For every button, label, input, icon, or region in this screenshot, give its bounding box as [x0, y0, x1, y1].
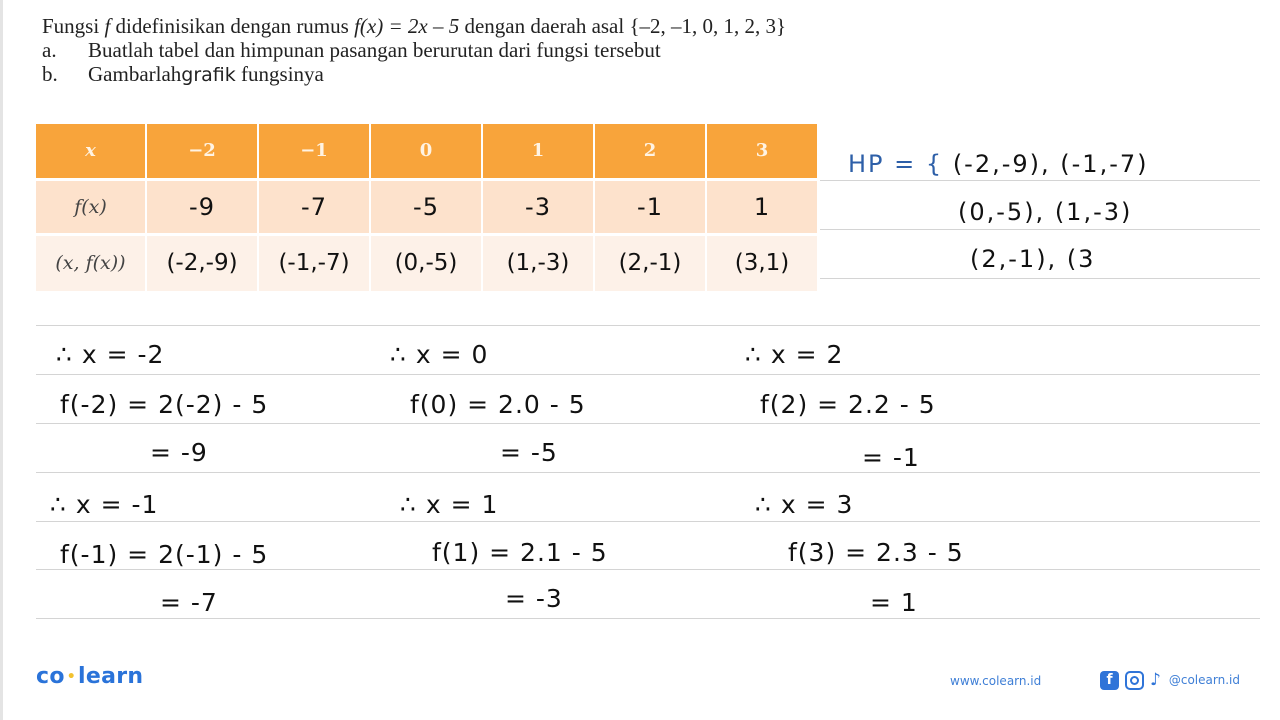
work-given: ∴ x = -1: [50, 490, 159, 519]
table-header-cell: 3: [706, 124, 819, 181]
social-links: f ♪ @colearn.id: [1100, 670, 1240, 690]
problem-prefix: Fungsi: [42, 14, 105, 38]
logo-dot-icon: •: [66, 669, 77, 685]
work-expression: f(-2) = 2(-2) - 5: [60, 390, 269, 419]
work-result: = -7: [160, 588, 218, 617]
social-handle[interactable]: @colearn.id: [1169, 673, 1240, 687]
tiktok-icon[interactable]: ♪: [1150, 670, 1161, 690]
table-cell: (0,-5): [370, 234, 483, 294]
item-b-label: b.: [42, 62, 58, 86]
function-formula: f(x) = 2x – 5: [354, 14, 460, 38]
table-cell: -3: [482, 179, 595, 236]
work-expression: f(1) = 2.1 - 5: [432, 538, 608, 567]
work-given: ∴ x = 3: [755, 490, 854, 519]
ruled-line: [36, 569, 1260, 570]
ruled-line: [820, 278, 1260, 279]
ordered-pairs-line-1: HP = { (-2,-9), (-1,-7): [848, 150, 1149, 178]
item-a-label: a.: [42, 38, 57, 62]
item-b-text-1: Gambarlah: [88, 62, 182, 86]
hp-pairs: (2,-1), (3: [970, 245, 1096, 273]
table-cell: (-1,-7): [258, 234, 371, 294]
work-result: = -1: [862, 443, 920, 472]
table-cell: -9: [146, 179, 259, 236]
row-label: f(x): [36, 179, 147, 236]
row-label: (x, f(x)): [36, 234, 147, 294]
colearn-logo: co •learn: [36, 664, 143, 689]
work-result: = -9: [150, 438, 208, 467]
item-b-text-2: grafik: [181, 64, 236, 86]
work-given: ∴ x = 1: [400, 490, 499, 519]
hp-label: HP: [848, 150, 885, 178]
problem-line-1: Fungsi f didefinisikan dengan rumus f(x)…: [42, 14, 786, 38]
ruled-line: [820, 180, 1260, 181]
problem-suffix: dengan daerah asal: [459, 14, 630, 38]
item-b-text-3: fungsinya: [235, 62, 324, 86]
table-cell: 1: [706, 179, 819, 236]
problem-item-a: a. Buatlah tabel dan himpunan pasangan be…: [42, 38, 786, 62]
hp-equals: = {: [884, 150, 944, 178]
work-result: = -3: [505, 584, 563, 613]
ruled-line: [820, 229, 1260, 230]
ordered-pairs-line-2: (0,-5), (1,-3): [958, 198, 1132, 226]
table-cell: (-2,-9): [146, 234, 259, 294]
work-expression: f(2) = 2.2 - 5: [760, 390, 936, 419]
table-cell: -1: [594, 179, 707, 236]
item-a-text: Buatlah tabel dan himpunan pasangan beru…: [88, 38, 661, 62]
table-cell: (3,1): [706, 234, 819, 294]
table-cell: (2,-1): [594, 234, 707, 294]
instagram-icon[interactable]: [1125, 670, 1144, 690]
hp-pairs: (-2,-9), (-1,-7): [952, 150, 1149, 178]
ruled-line: [36, 521, 1260, 522]
ruled-line: [36, 618, 1260, 619]
table-row-fx: f(x) -9 -7 -5 -3 -1 1: [36, 179, 819, 236]
work-result: = 1: [870, 588, 918, 617]
problem-statement: Fungsi f didefinisikan dengan rumus f(x)…: [42, 14, 786, 86]
table-cell: (1,-3): [482, 234, 595, 294]
problem-item-b: b. Gambarlahgrafik fungsinya: [42, 62, 786, 86]
table-cell: -7: [258, 179, 371, 236]
work-result: = -5: [500, 438, 558, 467]
table-header-row: x −2 −1 0 1 2 3: [36, 124, 819, 181]
problem-middle: didefinisikan dengan rumus: [110, 14, 355, 38]
work-given: ∴ x = 2: [745, 340, 844, 369]
ruled-line: [36, 472, 1260, 473]
work-given: ∴ x = -2: [56, 340, 165, 369]
hp-pairs: (0,-5), (1,-3): [958, 198, 1133, 226]
table-header-cell: −1: [258, 124, 371, 181]
ruled-line: [36, 325, 1260, 326]
page-left-edge: [0, 0, 3, 720]
logo-text-left: co: [36, 664, 65, 689]
website-link[interactable]: www.colearn.id: [950, 674, 1041, 688]
table-header-cell: x: [36, 124, 147, 181]
table-header-cell: −2: [146, 124, 259, 181]
facebook-icon[interactable]: f: [1100, 670, 1119, 690]
table-row-pairs: (x, f(x)) (-2,-9) (-1,-7) (0,-5) (1,-3) …: [36, 234, 819, 294]
table-header-cell: 1: [482, 124, 595, 181]
table-header-cell: 2: [594, 124, 707, 181]
ruled-line: [36, 374, 1260, 375]
ruled-line: [36, 423, 1260, 424]
table-cell: -5: [370, 179, 483, 236]
table-header-cell: 0: [370, 124, 483, 181]
logo-text-right: learn: [78, 664, 144, 689]
work-expression: f(3) = 2.3 - 5: [788, 538, 964, 567]
work-given: ∴ x = 0: [390, 340, 489, 369]
work-expression: f(-1) = 2(-1) - 5: [60, 540, 269, 569]
function-domain: {–2, –1, 0, 1, 2, 3}: [629, 14, 787, 38]
work-expression: f(0) = 2.0 - 5: [410, 390, 586, 419]
ordered-pairs-line-3: (2,-1), (3: [970, 245, 1095, 273]
function-table: x −2 −1 0 1 2 3 f(x) -9 -7 -5 -3 -1 1 (x…: [36, 124, 819, 294]
